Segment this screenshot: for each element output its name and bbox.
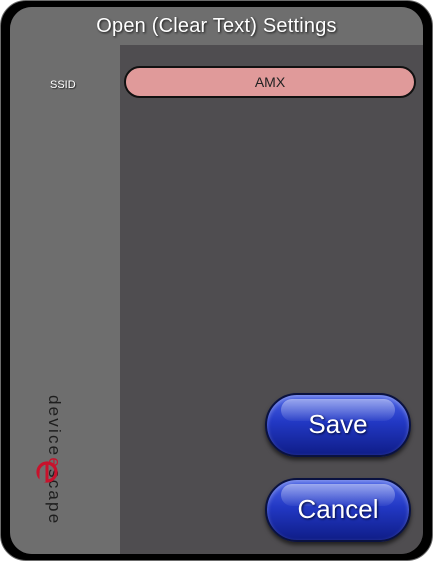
devicescape-e-icon [36, 461, 58, 483]
device-frame: Open (Clear Text) Settings SSID AMX devi… [0, 0, 433, 561]
save-button[interactable]: Save [265, 393, 411, 457]
ssid-field[interactable]: AMX [124, 66, 416, 98]
title-bar: Open (Clear Text) Settings [10, 7, 423, 45]
save-button-label: Save [308, 409, 368, 439]
devicescape-logo: deviceescape [28, 389, 74, 545]
logo-text-prefix: device [45, 395, 64, 458]
settings-panel: Open (Clear Text) Settings SSID AMX devi… [10, 7, 423, 554]
ssid-label: SSID [50, 79, 76, 91]
cancel-button-label: Cancel [297, 494, 379, 524]
page-title: Open (Clear Text) Settings [96, 15, 337, 37]
cancel-button[interactable]: Cancel [265, 478, 411, 542]
